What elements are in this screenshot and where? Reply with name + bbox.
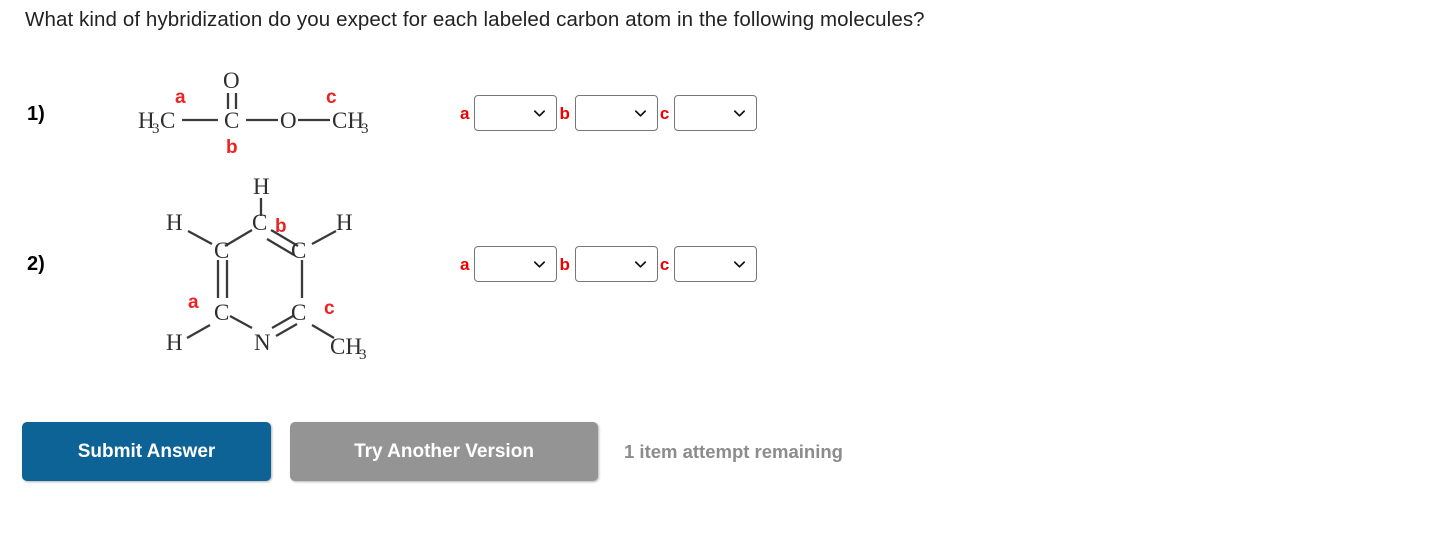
label-b-molecule-1: b <box>226 137 238 158</box>
label-b-molecule-2: b <box>275 216 287 237</box>
atom-o-carbonyl: O <box>223 68 240 93</box>
problem-row-2: 2) H C H C H C C H N C CH 3 b a c a b c <box>0 168 1446 368</box>
atom-c-ring-upper-left: C <box>214 238 229 263</box>
submit-answer-button[interactable]: Submit Answer <box>22 422 271 481</box>
answer-group-2: a b c <box>458 246 758 282</box>
chevron-down-icon <box>732 106 747 121</box>
atom-c-methyl-right: CH <box>332 108 364 133</box>
problem-number-1: 1) <box>27 103 45 125</box>
label-c-molecule-1: c <box>326 87 337 108</box>
label-a-molecule-2: a <box>188 292 199 313</box>
page-title: What kind of hybridization do you expect… <box>25 8 925 31</box>
attempt-status-text: 1 item attempt remaining <box>624 440 843 462</box>
atom-h-top: H <box>253 174 270 199</box>
answer-label-b-2: b <box>559 254 570 274</box>
atom-n-ring: N <box>254 330 271 355</box>
hybridization-select-2b[interactable] <box>574 246 658 282</box>
atom-c-methyl-left: C <box>160 108 175 133</box>
atom-h-lower-left: H <box>166 330 183 355</box>
hybridization-select-1c[interactable] <box>674 95 758 131</box>
action-bar: Submit Answer Try Another Version 1 item… <box>22 422 843 481</box>
atom-h-subscript: 3 <box>152 121 160 137</box>
label-a-molecule-1: a <box>175 87 186 108</box>
atom-ch3-methyl: CH <box>330 334 362 359</box>
answer-label-a-2: a <box>460 254 470 274</box>
atom-o-ester: O <box>280 108 297 133</box>
hybridization-select-1b[interactable] <box>574 95 658 131</box>
chevron-down-icon <box>633 106 648 121</box>
label-c-molecule-2: c <box>324 298 335 319</box>
molecule-structure-2-methylpyridine: H C H C H C C H N C CH 3 b a c <box>130 168 430 373</box>
try-another-version-button[interactable]: Try Another Version <box>290 422 598 481</box>
atom-c-ring-top: C <box>252 210 267 235</box>
atom-c-carbonyl: C <box>224 108 239 133</box>
atom-ch3-methyl-subscript: 3 <box>359 347 367 363</box>
answer-label-c-1: c <box>659 103 670 123</box>
atom-c-ring-lower-right: C <box>291 300 306 325</box>
atom-c-ring-upper-right: C <box>291 238 306 263</box>
answer-group-1: a b c <box>458 95 758 131</box>
atom-c-ring-lower-left: C <box>214 300 229 325</box>
chevron-down-icon <box>732 257 747 272</box>
hybridization-select-1a[interactable] <box>474 95 558 131</box>
hybridization-select-2a[interactable] <box>474 246 558 282</box>
molecule-structure-methyl-acetate: H 3 C C O O CH 3 a b c <box>130 55 430 170</box>
problem-number-2: 2) <box>27 253 45 275</box>
atom-ch3-subscript: 3 <box>361 121 369 137</box>
atom-h-upper-right: H <box>336 210 353 235</box>
chevron-down-icon <box>633 257 648 272</box>
answer-label-c-2: c <box>659 254 670 274</box>
atom-h-upper-left: H <box>166 210 183 235</box>
chevron-down-icon <box>532 257 547 272</box>
answer-label-b-1: b <box>559 103 570 123</box>
chevron-down-icon <box>532 106 547 121</box>
hybridization-select-2c[interactable] <box>674 246 758 282</box>
problem-row-1: 1) H 3 C C O O CH 3 a b c a b c <box>0 55 1446 165</box>
answer-label-a-1: a <box>460 103 470 123</box>
